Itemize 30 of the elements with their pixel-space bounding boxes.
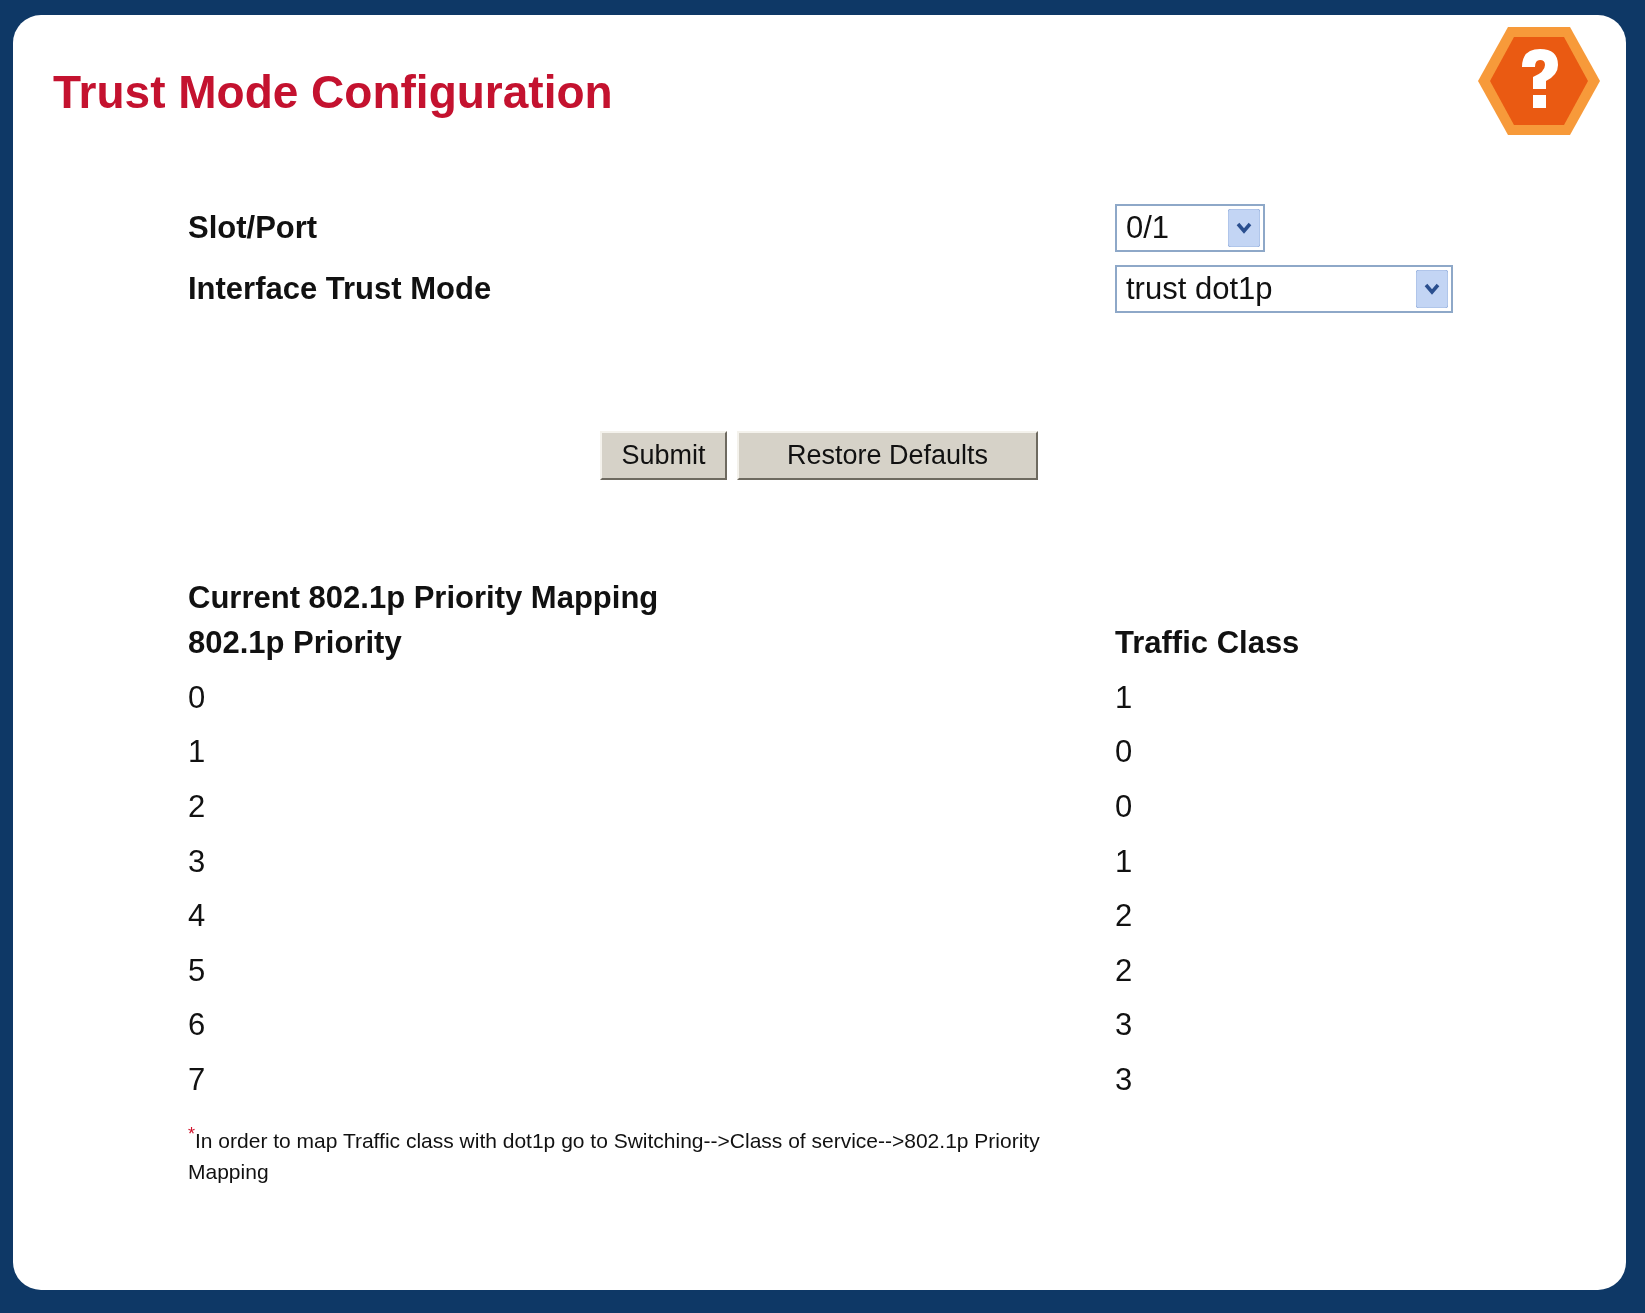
table-cell-text: 5 xyxy=(188,952,207,989)
column-header: Traffic Class xyxy=(1115,625,1301,662)
restore-defaults-button[interactable]: Restore Defaults xyxy=(737,431,1038,480)
table-cell-text: 1 xyxy=(1115,843,1134,880)
table-cell-text: 7 xyxy=(188,1062,207,1099)
table-cell-text: 0 xyxy=(1115,734,1134,771)
table-cell-text: 3 xyxy=(1115,1062,1134,1099)
dropdown[interactable]: trust dot1p xyxy=(1115,264,1453,313)
column-header: 802.1p Priority xyxy=(188,625,403,662)
footnote: $^{*}$In order to map Traffic class with dot1p go to Switching-->Class of service-->802.1p Priority Mapping xyxy=(188,1123,1041,1186)
table-cell-text: 2 xyxy=(188,789,207,826)
table-cell-text: 0 xyxy=(1115,789,1134,826)
field-label: Slot/Port xyxy=(188,209,319,246)
table-cell-text: 6 xyxy=(188,1007,207,1044)
help-icon[interactable] xyxy=(1476,25,1602,137)
section-title: Current 802.1p Priority Mapping xyxy=(188,580,659,615)
table-cell-text: 2 xyxy=(1115,952,1134,989)
page-title: Trust Mode Configuration xyxy=(53,65,613,119)
field-label: Interface Trust Mode xyxy=(188,270,493,307)
table-cell-text: 4 xyxy=(188,898,207,935)
table-cell-text: 3 xyxy=(188,843,207,880)
submit-button[interactable]: Submit xyxy=(600,431,727,480)
dropdown-arrow-icon xyxy=(1416,269,1448,308)
table-cell-text: 1 xyxy=(1115,679,1134,716)
table-cell-text: 1 xyxy=(188,734,207,771)
table-cell-text: 3 xyxy=(1115,1007,1134,1044)
dropdown[interactable]: 0/1 xyxy=(1115,203,1265,252)
dropdown-arrow-icon xyxy=(1228,208,1260,247)
table-cell-text: 0 xyxy=(188,679,207,716)
table-cell-text: 2 xyxy=(1115,898,1134,935)
